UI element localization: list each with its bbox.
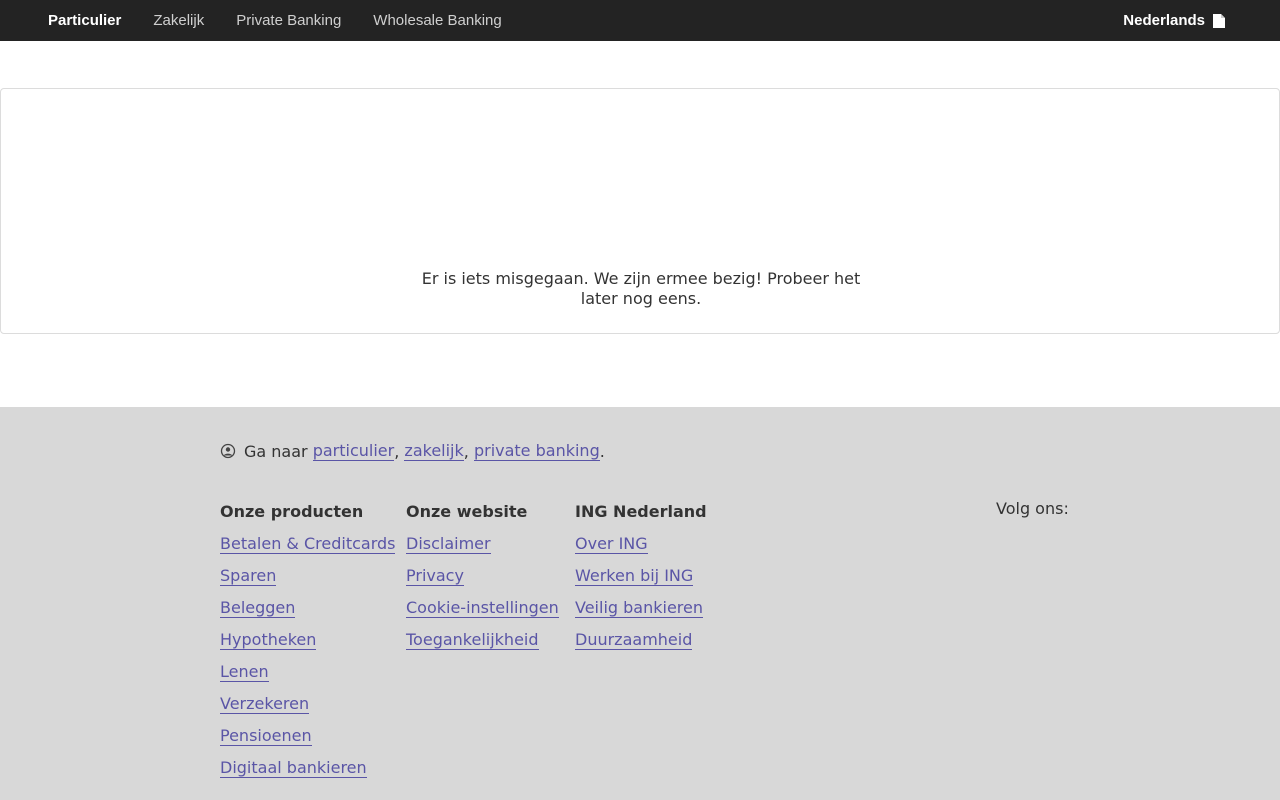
error-message: Er is iets misgegaan. We zijn ermee bezi… <box>421 269 861 308</box>
footer-link[interactable]: Digitaal bankieren <box>220 758 367 778</box>
segment-nav: Particulier Zakelijk Private Banking Who… <box>48 0 534 41</box>
footer-column-website: Onze website Disclaimer Privacy Cookie-i… <box>406 502 559 662</box>
footer-link[interactable]: Verzekeren <box>220 694 310 714</box>
follow-us-label: Volg ons: <box>996 499 1069 518</box>
goto-link-zakelijk[interactable]: zakelijk <box>404 441 464 461</box>
goto-prefix: Ga naar <box>244 441 308 461</box>
nav-wholesale-banking[interactable]: Wholesale Banking <box>373 0 501 41</box>
footer-link[interactable]: Werken bij ING <box>575 566 694 586</box>
footer-link[interactable]: Lenen <box>220 662 269 682</box>
language-label: Nederlands <box>1123 12 1205 29</box>
goto-line: Ga naar particulier, zakelijk, private b… <box>220 441 605 461</box>
footer-link[interactable]: Toegankelijkheid <box>406 630 539 650</box>
goto-separator: , <box>394 441 400 461</box>
nav-zakelijk[interactable]: Zakelijk <box>153 0 204 41</box>
goto-link-private-banking[interactable]: private banking <box>473 441 600 461</box>
footer-link[interactable]: Sparen <box>220 566 277 586</box>
footer-link[interactable]: Disclaimer <box>406 534 491 554</box>
column-title: Onze website <box>406 502 528 521</box>
footer: Ga naar particulier, zakelijk, private b… <box>0 407 1280 800</box>
footer-link[interactable]: Privacy <box>406 566 464 586</box>
goto-end: . <box>599 441 605 461</box>
error-panel: Er is iets misgegaan. We zijn ermee bezi… <box>0 88 1280 334</box>
footer-column-products: Onze producten Betalen & Creditcards Spa… <box>220 502 396 790</box>
nav-private-banking[interactable]: Private Banking <box>236 0 341 41</box>
footer-link[interactable]: Hypotheken <box>220 630 317 650</box>
user-circle-icon <box>220 443 236 459</box>
goto-separator: , <box>463 441 469 461</box>
column-title: ING Nederland <box>575 502 707 521</box>
top-navigation-bar: Particulier Zakelijk Private Banking Who… <box>0 0 1280 41</box>
footer-link[interactable]: Pensioenen <box>220 726 312 746</box>
footer-link[interactable]: Duurzaamheid <box>575 630 693 650</box>
footer-link[interactable]: Beleggen <box>220 598 296 618</box>
column-title: Onze producten <box>220 502 364 521</box>
nav-particulier[interactable]: Particulier <box>48 0 121 41</box>
flag-icon <box>1211 13 1227 29</box>
goto-link-particulier[interactable]: particulier <box>312 441 395 461</box>
footer-column-ing-nederland: ING Nederland Over ING Werken bij ING Ve… <box>575 502 707 662</box>
footer-link[interactable]: Veilig bankieren <box>575 598 703 618</box>
language-selector[interactable]: Nederlands <box>1123 0 1227 41</box>
footer-link[interactable]: Cookie-instellingen <box>406 598 559 618</box>
footer-link[interactable]: Over ING <box>575 534 648 554</box>
footer-link[interactable]: Betalen & Creditcards <box>220 534 396 554</box>
